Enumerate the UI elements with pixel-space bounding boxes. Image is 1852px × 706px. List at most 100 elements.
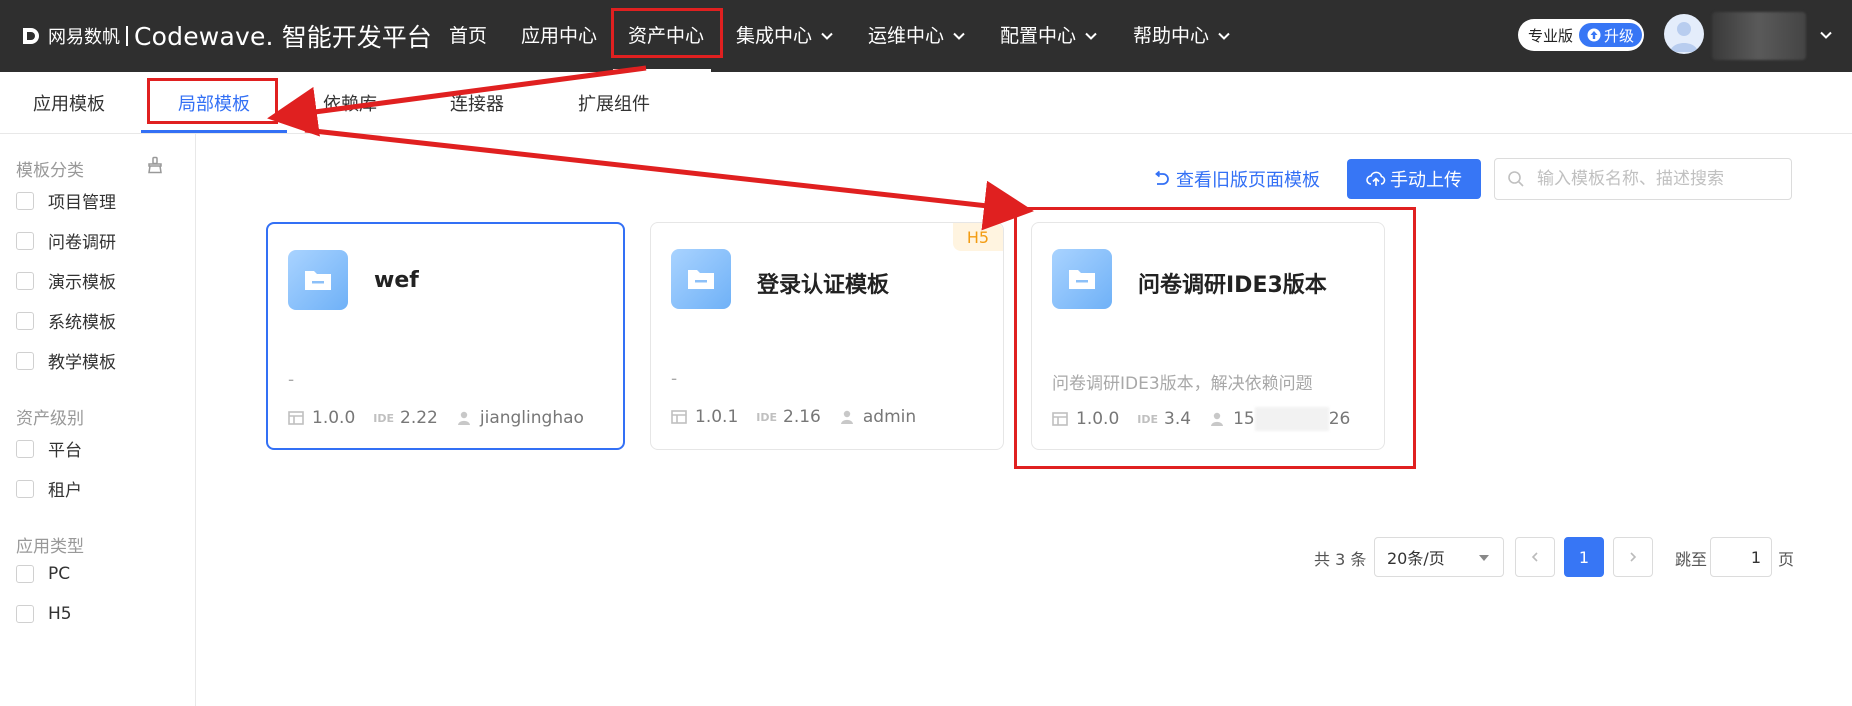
filter-option[interactable]: 租户 [16,476,82,501]
filter-option[interactable]: PC [16,564,70,584]
checkbox[interactable] [16,605,34,623]
filter-heading-asset-level: 资产级别 [16,409,84,429]
nav-help-center[interactable]: 帮助中心 [1133,20,1231,52]
tab-connectors[interactable]: 连接器 [450,90,504,116]
template-description: - [288,370,295,390]
nav-config-center[interactable]: 配置中心 [1000,20,1098,52]
page-size-value: 20条/页 [1387,549,1445,568]
manual-upload-button[interactable]: 手动上传 [1347,159,1481,199]
search-input[interactable] [1537,169,1777,189]
checkbox[interactable] [16,271,34,290]
checkbox[interactable] [16,565,34,583]
template-author: admin [862,407,917,427]
upgrade-arrow-icon [1587,28,1601,42]
search-icon [1508,171,1524,187]
checkbox[interactable] [16,479,34,498]
template-author: jianglinghao [479,408,584,428]
tab-app-templates[interactable]: 应用模板 [33,90,105,116]
netease-logo-icon [23,28,39,44]
template-title: 登录认证模板 [757,273,890,298]
clear-filter-icon[interactable] [146,156,164,174]
template-description: - [671,369,678,389]
annotation-box-template-card [1014,207,1416,469]
template-ide-version: 2.16 [783,407,821,427]
ide-icon: IDE [373,411,395,425]
filter-option-label: 教学模板 [48,353,116,373]
folder-icon [305,271,331,290]
manual-upload-label: 手动上传 [1390,170,1462,191]
avatar[interactable] [1664,14,1704,54]
user-avatar-icon [1670,22,1698,52]
page-unit-label: 页 [1778,550,1795,569]
prev-page-button[interactable] [1515,537,1555,577]
filter-option-label: PC [48,564,71,584]
template-title: wef [374,268,419,293]
page-size-select[interactable]: 20条/页 [1374,537,1504,577]
template-meta: 1.0.0 IDE 2.22 jianglinghao [288,408,584,428]
filter-sidebar: 模板分类 项目管理 问卷调研 演示模板 系统模板 教学模板 资产级别 平台 租户… [0,134,196,706]
ide-icon: IDE [756,410,778,424]
filter-heading-app-type: 应用类型 [16,537,84,557]
filter-option[interactable]: 系统模板 [16,308,116,333]
nav-app-center[interactable]: 应用中心 [521,20,597,52]
filter-option-label: 演示模板 [48,273,116,293]
checkbox[interactable] [16,311,34,330]
version-icon [288,411,304,425]
chevron-down-icon [1218,32,1230,40]
version-icon [671,410,687,424]
chevron-right-icon [1630,552,1637,562]
nav-integration-center-label: 集成中心 [736,25,813,47]
arrow-to-template-card [304,127,1034,231]
checkbox[interactable] [16,351,34,370]
filter-option[interactable]: 问卷调研 [16,228,116,253]
filter-option-label: 问卷调研 [48,233,116,253]
filter-option[interactable]: 演示模板 [16,268,116,293]
folder-icon [688,270,714,289]
edition-label: 专业版 [1528,26,1574,45]
chevron-down-icon[interactable] [1818,27,1834,43]
nav-home[interactable]: 首页 [449,20,487,52]
tab-dependency-library[interactable]: 依赖库 [323,90,377,116]
upgrade-button[interactable]: 升级 [1579,23,1643,47]
total-count: 共 3 条 [1314,550,1367,569]
nav-integration-center[interactable]: 集成中心 [736,20,834,52]
page-number-button[interactable]: 1 [1564,537,1604,577]
filter-option-label: H5 [48,604,72,624]
template-card[interactable]: H5 登录认证模板 - 1.0.1 IDE 2.16 admin [650,222,1004,450]
user-icon [457,411,470,425]
filter-option[interactable]: 教学模板 [16,348,116,373]
annotation-box-asset-center [611,8,723,58]
annotation-box-partial-templates [147,78,278,124]
jump-page-input[interactable]: 1 [1710,537,1772,577]
checkbox[interactable] [16,191,34,210]
logo-divider [126,26,128,46]
view-old-templates-link[interactable]: 查看旧版页面模板 [1152,166,1320,192]
filter-option[interactable]: 项目管理 [16,188,116,213]
nav-ops-center-label: 运维中心 [868,25,945,47]
template-icon [288,250,348,310]
logo[interactable]: 网易数帆 Codewave. 智能开发平台 [20,18,432,54]
caret-down-icon [1479,555,1489,561]
template-version: 1.0.1 [695,407,739,427]
filter-option-label: 平台 [48,441,82,461]
tab-extension-components[interactable]: 扩展组件 [578,90,650,116]
filter-option[interactable]: H5 [16,604,72,624]
brand-name: 网易数帆 [48,27,120,48]
checkbox[interactable] [16,231,34,250]
platform-name: 智能开发平台 [281,23,432,52]
tab-active-indicator [141,130,287,133]
nav-help-center-label: 帮助中心 [1133,25,1210,47]
checkbox[interactable] [16,439,34,458]
chevron-down-icon [1085,32,1097,40]
nav-ops-center[interactable]: 运维中心 [868,20,966,52]
user-name-redacted[interactable] [1712,12,1806,60]
template-card[interactable]: wef - 1.0.0 IDE 2.22 jianglinghao [266,222,625,450]
cloud-upload-icon [1366,171,1386,186]
jump-label: 跳至 [1675,550,1708,569]
next-page-button[interactable] [1613,537,1653,577]
filter-option-label: 系统模板 [48,313,116,333]
filter-option[interactable]: 平台 [16,436,82,461]
edition-badge: 专业版 升级 [1518,19,1644,51]
template-meta: 1.0.1 IDE 2.16 admin [671,407,916,427]
product-name: Codewave. [134,21,274,51]
